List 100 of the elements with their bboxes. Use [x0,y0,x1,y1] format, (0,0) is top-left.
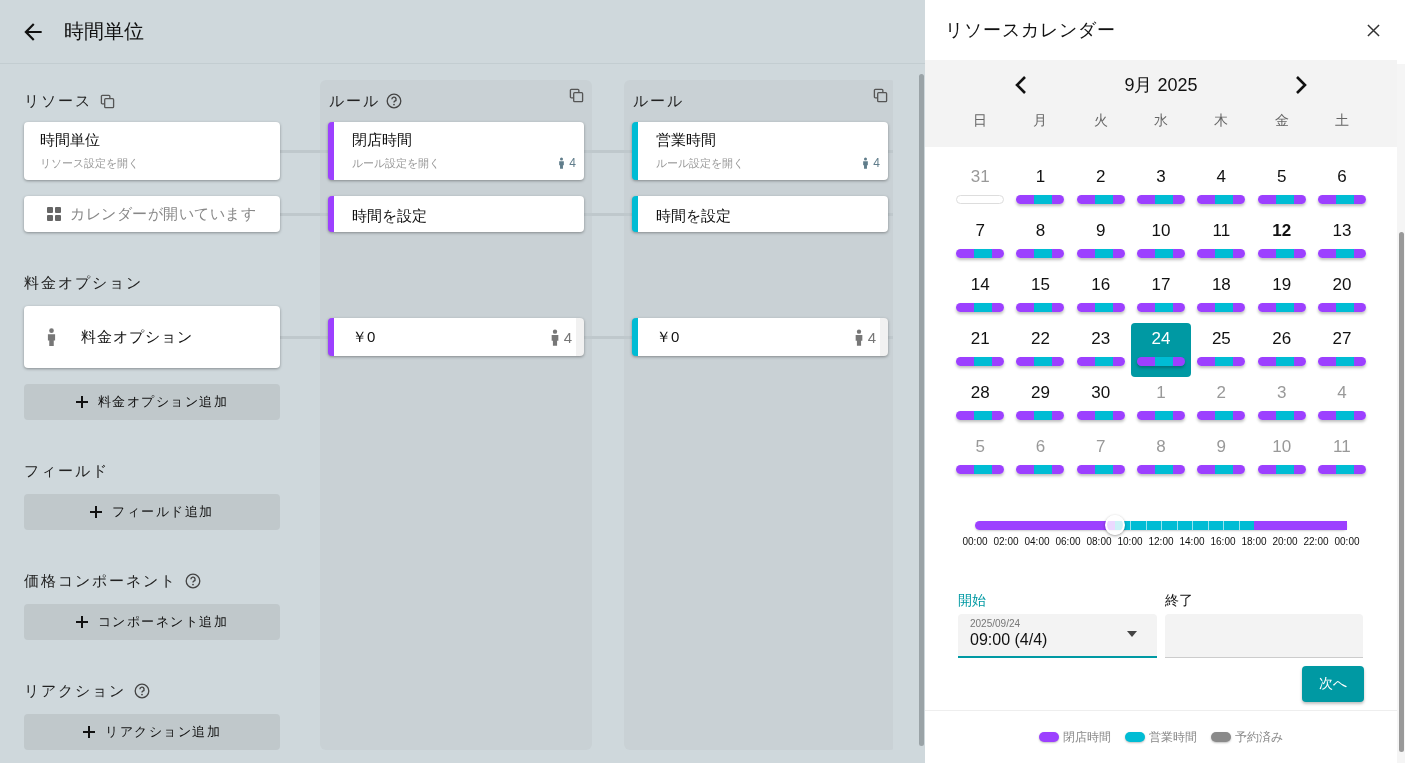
calendar-day[interactable]: 8 [1010,215,1071,269]
pricing-option-card[interactable]: 料金オプション [24,306,280,368]
calendar-status-text: カレンダーが開いています [70,204,256,224]
add-button[interactable]: リアクション追加 [24,714,280,750]
plus-icon [75,616,88,628]
calendar-day[interactable]: 17 [1130,269,1192,323]
end-time-field[interactable] [1165,614,1363,658]
column-heading: リソース [24,91,92,111]
weekday-label: 木 [1213,111,1230,130]
card-title: 営業時間 [656,131,716,150]
card-title: 時間単位 [40,131,100,150]
field-label: 開始 [958,592,987,610]
legend-label: 閉店時間 [1063,728,1111,746]
time-tick-label: 08:00 [1086,536,1112,547]
field-label: 終了 [1165,592,1194,610]
start-time-select[interactable]: 2025/09/24 09:00 (4/4) [958,614,1157,658]
card-title: 閉店時間 [352,131,412,150]
weekday-label: 月 [1032,111,1049,130]
calendar-day[interactable]: 7 [950,215,1011,269]
price-value: ￥0 [656,327,680,347]
weekday-label: 火 [1092,111,1109,130]
help-icon[interactable] [134,683,150,699]
calendar-day[interactable]: 13 [1311,215,1373,269]
calendar-day[interactable]: 19 [1251,269,1312,323]
calendar-day[interactable]: 28 [950,377,1011,431]
time-tick-label: 04:00 [1024,536,1050,547]
section-heading: フィールド [24,461,109,481]
set-time-card[interactable]: 時間を設定 [328,196,584,232]
next-month-icon[interactable] [1295,75,1307,95]
person-icon [46,328,57,346]
calendar-day[interactable]: 15 [1010,269,1071,323]
time-tick-label: 18:00 [1241,536,1267,547]
grid-icon [46,206,62,222]
person-count: 4 [867,329,876,346]
time-tick-label: 22:00 [1303,536,1329,547]
help-icon[interactable] [386,93,402,109]
calendar-day[interactable]: 22 [1010,323,1071,377]
resource-card[interactable]: 時間単位 リソース設定を開く [24,122,280,180]
calendar-day[interactable]: 23 [1070,323,1131,377]
person-icon [862,157,870,169]
time-tick-label: 06:00 [1055,536,1081,547]
calendar-day[interactable]: 5 [1251,161,1312,215]
rule-card[interactable]: 営業時間 ルール設定を開く 4 [632,122,888,180]
time-tick-label: 00:00 [1334,536,1360,547]
person-icon [549,329,560,346]
time-tick-label: 00:00 [962,536,988,547]
page-title: 時間単位 [64,19,144,44]
calendar-day[interactable]: 12 [1251,215,1312,269]
person-icon [558,157,566,169]
calendar-day[interactable]: 20 [1311,269,1373,323]
calendar-day[interactable]: 1 [1010,161,1071,215]
price-card[interactable]: ￥0 4 [328,318,584,356]
weekday-label: 土 [1333,111,1350,130]
price-card[interactable]: ￥0 4 [632,318,888,356]
previous-month-icon[interactable] [1015,75,1027,95]
plus-icon [90,506,103,518]
option-name: 料金オプション [81,327,193,347]
calendar-day[interactable]: 27 [1311,323,1373,377]
calendar-day[interactable]: 26 [1251,323,1312,377]
calendar-day[interactable]: 2 [1070,161,1131,215]
add-button[interactable]: フィールド追加 [24,494,280,530]
calendar-day[interactable]: 16 [1070,269,1131,323]
column-heading: ルール [633,91,684,111]
rule-card[interactable]: 閉店時間 ルール設定を開く 4 [328,122,584,180]
hour-slot[interactable] [975,521,991,530]
slider-thumb[interactable] [1104,515,1125,535]
person-count: 4 [569,156,576,170]
calendar-day[interactable]: 14 [950,269,1011,323]
calendar-day[interactable]: 10 [1130,215,1192,269]
panel-title: リソースカレンダー [945,19,1116,42]
calendar-day[interactable]: 6 [1311,161,1373,215]
weekday-label: 水 [1153,111,1170,130]
plus-icon [75,396,88,408]
close-icon[interactable] [1367,23,1380,37]
weekday-label: 日 [972,111,989,130]
calendar-day[interactable]: 4 [1191,161,1252,215]
calendar-day[interactable]: 25 [1191,323,1252,377]
add-button[interactable]: コンポーネント追加 [24,604,280,640]
column-heading: ルール [329,91,380,111]
calendar-day[interactable]: 18 [1191,269,1252,323]
person-icon [853,329,864,346]
calendar-day[interactable]: 21 [950,323,1011,377]
help-icon[interactable] [185,573,201,589]
calendar-day[interactable]: 9 [1070,215,1131,269]
copy-icon[interactable] [100,93,115,109]
time-tick-label: 10:00 [1117,536,1143,547]
legend-label: 営業時間 [1149,728,1197,746]
person-count: 4 [563,329,572,346]
scrollbar[interactable] [1397,64,1405,763]
caret-icon [1127,631,1137,637]
calendar-day[interactable]: 29 [1010,377,1071,431]
add-pricing-option-button[interactable]: 料金オプション追加 [24,384,280,420]
time-tick-label: 20:00 [1272,536,1298,547]
copy-icon[interactable] [873,88,888,103]
section-heading: 価格コンポーネント [24,571,177,591]
calendar-day[interactable]: 30 [1070,377,1131,431]
copy-icon[interactable] [569,88,584,103]
calendar-day[interactable]: 3 [1130,161,1192,215]
set-time-card[interactable]: 時間を設定 [632,196,888,232]
calendar-day[interactable]: 11 [1191,215,1252,269]
